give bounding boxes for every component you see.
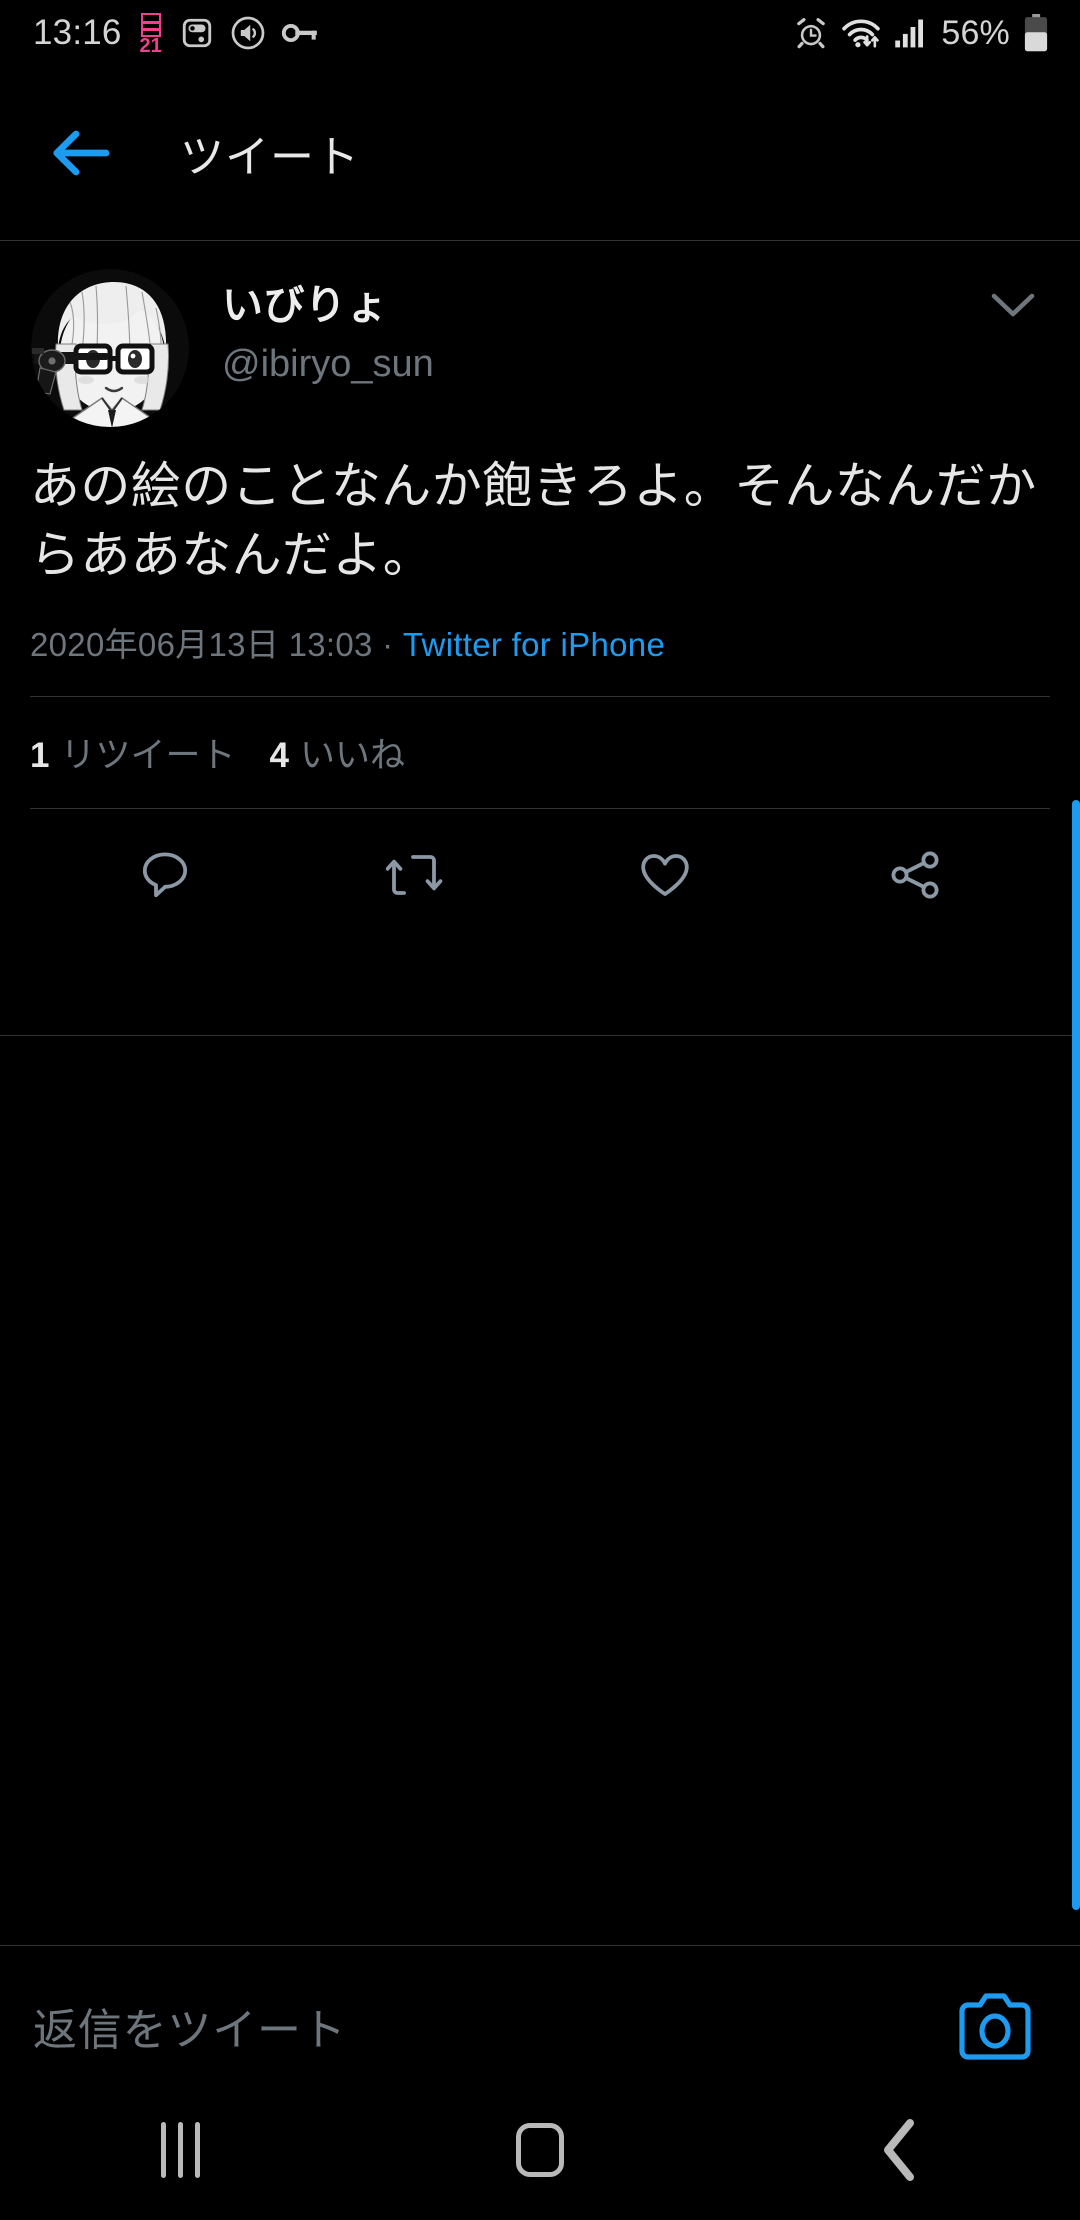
stat-likes[interactable]: 4 いいね (269, 727, 404, 778)
handle[interactable]: @ibiryo_sun (222, 343, 990, 387)
like-count: 4 (269, 736, 289, 775)
retweet-icon[interactable] (365, 825, 465, 925)
reply-input[interactable]: 返信をツイート (33, 1994, 954, 2058)
tweet-actions (0, 809, 1080, 941)
tweet-source[interactable]: Twitter for iPhone (403, 626, 665, 663)
tweet-header: いびりょ @ibiryo_sun (0, 241, 1080, 428)
like-icon[interactable] (615, 825, 715, 925)
status-bar-left: 13:16 21 (0, 13, 320, 57)
battery-icon (1024, 14, 1048, 52)
back-arrow-icon[interactable] (48, 120, 114, 186)
signal-icon (895, 19, 924, 48)
home-icon (516, 2123, 564, 2177)
vertical-scrollbar[interactable] (1072, 800, 1080, 1910)
alarm-icon (797, 18, 826, 49)
camera-icon[interactable] (954, 1985, 1036, 2067)
back-button[interactable] (830, 2095, 970, 2205)
meta-separator: · (372, 626, 403, 663)
status-bar-right: 56% (794, 14, 1080, 53)
reply-icon[interactable] (115, 825, 215, 925)
status-time: 13:16 (33, 13, 122, 52)
tweet-detail: いびりょ @ibiryo_sun あの絵のことなんか飽きろよ。そんなんだからああ… (0, 241, 1080, 941)
retweet-label: リツイート (60, 736, 236, 775)
tweet-meta: 2020年06月13日 13:03 · Twitter for iPhone (0, 590, 1080, 666)
app-bar: ツイート (0, 66, 1080, 240)
home-button[interactable] (470, 2095, 610, 2205)
like-label: いいね (299, 736, 405, 775)
recents-icon (160, 2122, 200, 2178)
calendar-badge-number: 21 (139, 35, 162, 57)
tweet-stats: 1 リツイート 4 いいね (0, 697, 1080, 808)
avatar[interactable] (30, 268, 190, 428)
page-title: ツイート (180, 133, 360, 182)
retweet-count: 1 (30, 736, 50, 775)
chevron-down-icon[interactable] (990, 268, 1050, 325)
status-bar: 13:16 21 56% (0, 0, 1080, 66)
volume-icon (231, 16, 264, 50)
battery-percent: 56% (941, 13, 1010, 52)
recents-button[interactable] (110, 2095, 250, 2205)
stat-retweets[interactable]: 1 リツイート (30, 727, 235, 778)
tweet-author: いびりょ @ibiryo_sun (222, 268, 990, 387)
vpn-key-icon (281, 24, 317, 42)
calendar-21-icon: 21 (138, 13, 164, 57)
share-icon[interactable] (865, 825, 965, 925)
data-saver-icon (182, 18, 211, 48)
avatar-image (31, 269, 189, 427)
tweet-text: あの絵のことなんか飽きろよ。そんなんだからああなんだよ。 (30, 458, 1037, 583)
wifi-icon (842, 19, 881, 48)
display-name[interactable]: いびりょ (222, 282, 990, 329)
android-nav-bar (0, 2080, 1080, 2220)
tweet-bottom-divider (0, 1035, 1080, 1036)
phone-screen: 13:16 21 56% ツイート いびりょ @ibiryo_sun あの絵のこ… (0, 0, 1080, 2220)
back-chevron-icon (884, 2119, 914, 2181)
tweet-timestamp: 2020年06月13日 13:03 (30, 626, 373, 663)
